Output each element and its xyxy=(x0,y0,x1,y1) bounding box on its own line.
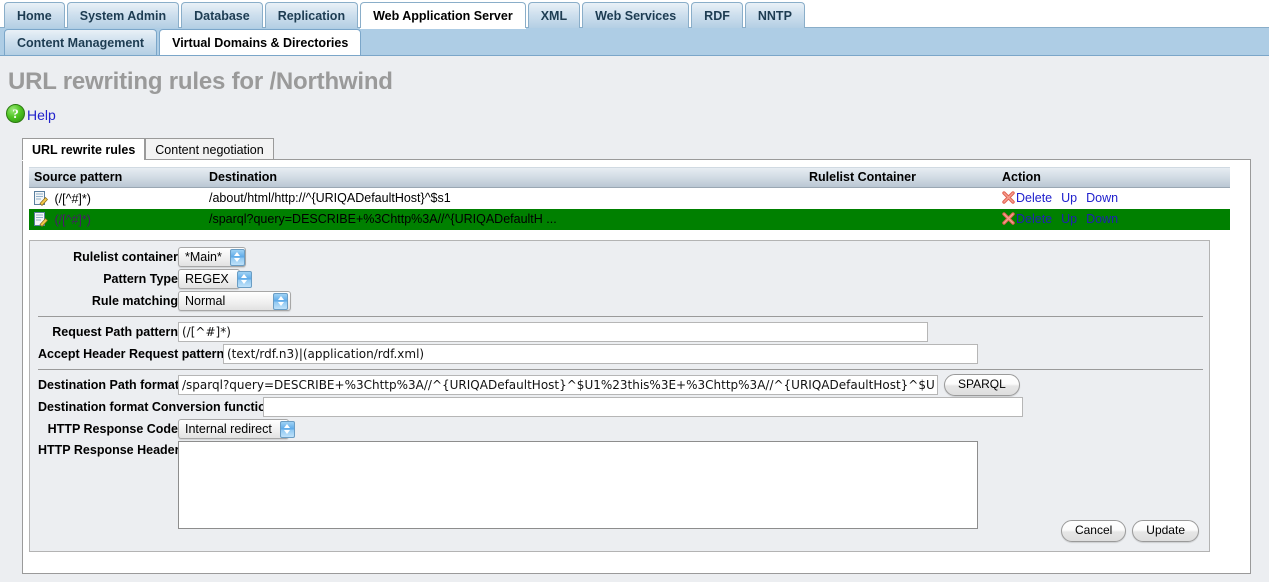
label-rule-matching: Rule matching xyxy=(91,294,178,308)
sparql-button[interactable]: SPARQL xyxy=(944,374,1020,396)
page-title: URL rewriting rules for /Northwind xyxy=(8,68,393,95)
cancel-button[interactable]: Cancel xyxy=(1060,519,1127,542)
tab-url-rewrite-rules[interactable]: URL rewrite rules xyxy=(22,138,146,160)
accept-header-request-pattern-input[interactable] xyxy=(223,344,978,364)
inner-tab-strip: URL rewrite rules Content negotiation xyxy=(22,137,1251,160)
nav-tab-rdf[interactable]: RDF xyxy=(691,2,743,28)
nav-tab-nntp[interactable]: NNTP xyxy=(744,2,805,28)
label-rulelist-container: Rulelist container xyxy=(73,250,178,264)
page-body: URL rewriting rules for /Northwind ? Hel… xyxy=(0,56,1269,582)
field-http-response-code: HTTP Response Code Internal redirect xyxy=(38,419,1201,440)
table-row[interactable]: (/[^#]*) /sparql?query=DESCRIBE+%3Chttp%… xyxy=(29,208,1230,230)
question-circle-icon: ? xyxy=(6,104,25,123)
field-destination-conversion-function: Destination format Conversion function xyxy=(38,397,1201,418)
pattern-type-select[interactable]: REGEX xyxy=(178,269,252,289)
chevron-updown-icon xyxy=(273,292,288,310)
down-link[interactable]: Down xyxy=(1086,212,1118,226)
column-header-action: Action xyxy=(997,166,1230,188)
field-http-response-headers: HTTP Response Headers xyxy=(38,440,1201,529)
label-destination-path-format: Destination Path format xyxy=(38,378,179,392)
field-destination-path-format: Destination Path format SPARQL xyxy=(38,374,1201,396)
nav-tab-system-admin[interactable]: System Admin xyxy=(66,2,180,28)
up-link[interactable]: Up xyxy=(1061,212,1077,226)
cell-action: Delete Up Down xyxy=(997,208,1230,230)
nav-tab-web-application-server[interactable]: Web Application Server xyxy=(360,2,526,28)
label-pattern-type: Pattern Type xyxy=(103,272,178,286)
chevron-updown-icon xyxy=(279,420,295,438)
table-header-row: Source pattern Destination Rulelist Cont… xyxy=(29,166,1230,188)
cell-rulelist-container xyxy=(804,188,997,209)
source-pattern-text: (/[^#]*) xyxy=(54,191,91,206)
field-rule-matching: Rule matching Normal xyxy=(38,291,1201,312)
field-rulelist-container: Rulelist container *Main* xyxy=(38,247,1201,268)
content-panel-wrapper: URL rewrite rules Content negotiation So… xyxy=(22,137,1251,574)
form-button-row: Cancel Update xyxy=(1060,519,1199,542)
chevron-updown-icon xyxy=(229,248,245,266)
field-accept-header-request-pattern: Accept Header Request pattern xyxy=(38,344,1201,365)
rule-edit-form: Rulelist container *Main* Pattern Type R… xyxy=(29,239,1210,552)
nav-tab-web-services[interactable]: Web Services xyxy=(582,2,690,28)
update-button[interactable]: Update xyxy=(1132,519,1199,542)
rule-matching-value: Normal xyxy=(185,294,226,308)
rulelist-container-select[interactable]: *Main* xyxy=(178,247,246,267)
help-link[interactable]: Help xyxy=(27,104,56,123)
nav-tab-content-management[interactable]: Content Management xyxy=(4,29,158,55)
red-x-icon[interactable] xyxy=(1002,212,1015,225)
edit-document-icon[interactable] xyxy=(34,190,48,206)
label-request-path-pattern: Request Path pattern xyxy=(52,325,178,339)
cell-rulelist-container xyxy=(804,208,997,230)
request-path-pattern-input[interactable] xyxy=(178,322,928,342)
divider xyxy=(38,315,1203,317)
cell-source-pattern: (/[^#]*) xyxy=(29,208,204,230)
content-panel: Source pattern Destination Rulelist Cont… xyxy=(22,159,1251,574)
nav-row-primary: Home System Admin Database Replication W… xyxy=(0,0,1269,28)
cell-action: Delete Up Down xyxy=(997,188,1230,209)
edit-document-icon[interactable] xyxy=(34,211,48,227)
column-header-source-pattern: Source pattern xyxy=(29,166,204,188)
http-response-code-value: Internal redirect xyxy=(185,422,272,436)
cell-destination: /sparql?query=DESCRIBE+%3Chttp%3A//^{URI… xyxy=(204,208,804,230)
destination-path-format-input[interactable] xyxy=(178,375,938,395)
delete-link[interactable]: Delete xyxy=(1016,212,1052,226)
rulelist-container-value: *Main* xyxy=(185,250,222,264)
help-row: ? Help xyxy=(0,96,1269,123)
column-header-rulelist-container: Rulelist Container xyxy=(804,166,997,188)
red-x-icon[interactable] xyxy=(1002,191,1015,204)
up-link[interactable]: Up xyxy=(1061,191,1077,205)
label-accept-header-request-pattern: Accept Header Request pattern xyxy=(38,347,225,361)
table-row[interactable]: (/[^#]*) /about/html/http://^{URIQADefau… xyxy=(29,188,1230,209)
main-navigation: Home System Admin Database Replication W… xyxy=(0,0,1269,56)
http-response-code-select[interactable]: Internal redirect xyxy=(178,419,295,439)
cell-destination: /about/html/http://^{URIQADefaultHost}^$… xyxy=(209,191,451,206)
pattern-type-value: REGEX xyxy=(185,272,229,286)
nav-tab-replication[interactable]: Replication xyxy=(264,2,359,28)
down-link[interactable]: Down xyxy=(1086,191,1118,205)
rule-matching-select[interactable]: Normal xyxy=(178,291,291,311)
field-pattern-type: Pattern Type REGEX xyxy=(38,269,1201,290)
label-http-response-headers: HTTP Response Headers xyxy=(38,442,187,457)
nav-tab-virtual-domains-directories[interactable]: Virtual Domains & Directories xyxy=(159,29,362,55)
column-header-destination: Destination xyxy=(204,166,804,188)
label-http-response-code: HTTP Response Code xyxy=(47,422,178,436)
nav-tab-database[interactable]: Database xyxy=(181,2,263,28)
http-response-headers-textarea[interactable] xyxy=(178,440,978,529)
nav-row-secondary: Content Management Virtual Domains & Dir… xyxy=(0,28,1269,56)
source-pattern-text: (/[^#]*) xyxy=(54,212,91,227)
destination-conversion-function-input[interactable] xyxy=(263,397,1023,417)
field-request-path-pattern: Request Path pattern xyxy=(38,322,1201,343)
chevron-updown-icon xyxy=(236,270,252,288)
nav-tab-xml[interactable]: XML xyxy=(527,2,581,28)
cell-source-pattern: (/[^#]*) xyxy=(29,188,204,209)
tab-content-negotiation[interactable]: Content negotiation xyxy=(145,138,274,160)
delete-link[interactable]: Delete xyxy=(1016,191,1052,205)
label-destination-conversion-function: Destination format Conversion function xyxy=(38,400,274,414)
divider xyxy=(38,368,1203,370)
rules-table: Source pattern Destination Rulelist Cont… xyxy=(29,166,1230,230)
nav-tab-home[interactable]: Home xyxy=(4,2,65,28)
